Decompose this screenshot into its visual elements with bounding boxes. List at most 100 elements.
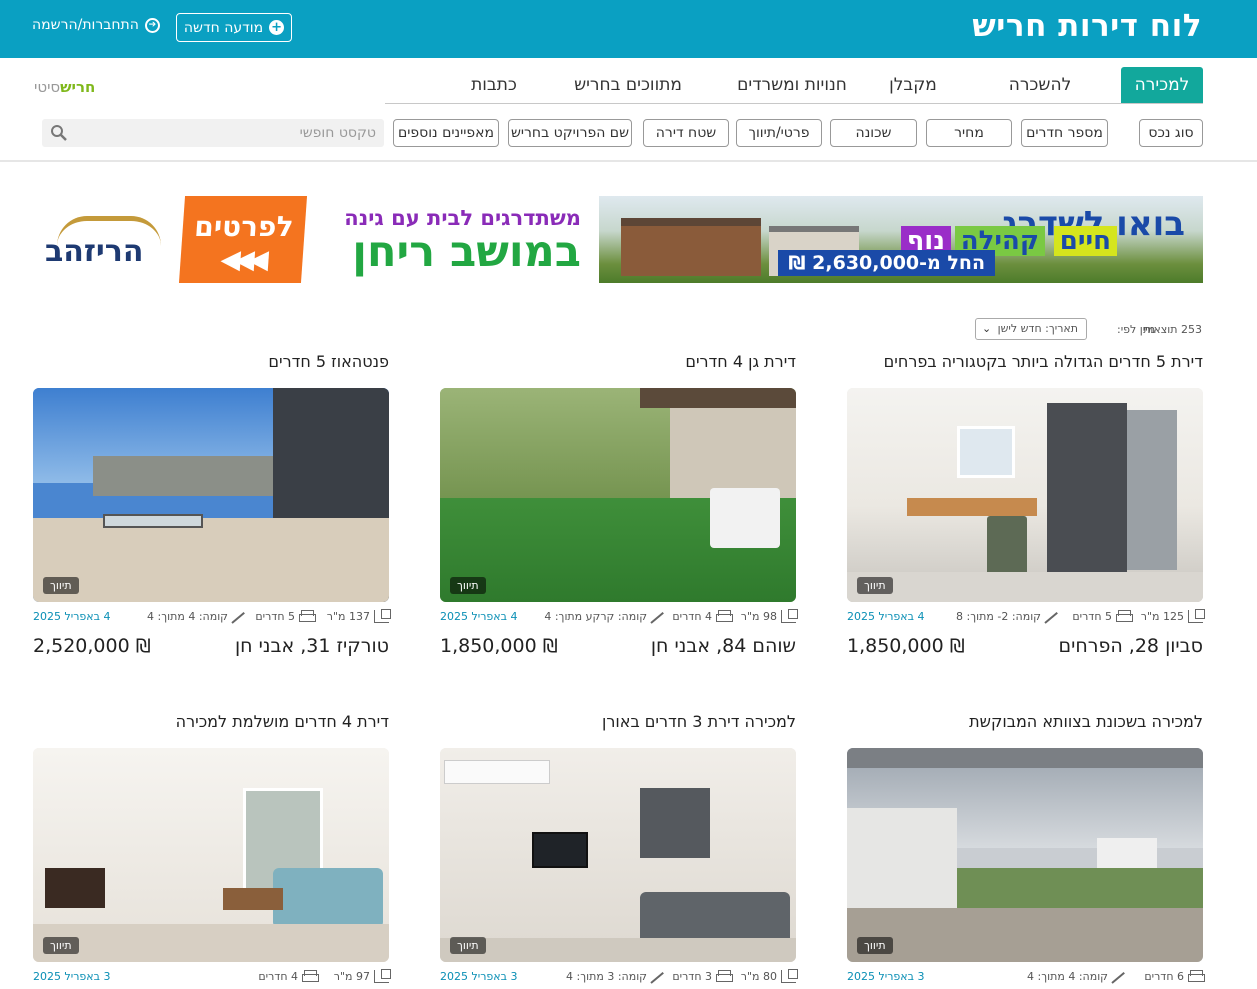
listing-title[interactable]: פנטהאוז 5 חדרים — [33, 352, 389, 371]
tab-stores-offices[interactable]: חנויות ומשרדים — [727, 67, 857, 104]
balcony-floor — [847, 908, 1203, 962]
brand-logo[interactable]: חרישסיטי — [34, 78, 95, 96]
listing-rooms: 3 חדרים — [672, 970, 733, 983]
banner-ad[interactable]: בואו לשדרג חיים קהילה נוף החל מ-2,630,00… — [33, 196, 1203, 283]
area-value: 80 מ"ר — [740, 970, 777, 983]
terrace-floor — [33, 518, 389, 602]
listing-photo[interactable]: תיווך — [33, 388, 389, 602]
stairs-icon — [651, 610, 666, 623]
filter-property-type[interactable]: סוג נכס — [1139, 119, 1203, 147]
search-input[interactable] — [86, 122, 376, 144]
filter-price[interactable]: מחיר — [926, 119, 1012, 147]
filter-private-broker[interactable]: פרטי/תיווך — [736, 119, 822, 147]
area-value: 137 מ"ר — [326, 610, 370, 623]
listing-date: 3 באפריל 2025 — [440, 970, 518, 983]
listing-card[interactable]: פנטהאוז 5 חדרים תיווך 137 מ"ר 5 חדרים קו… — [33, 352, 391, 672]
login-arrow-icon: ➔ — [144, 17, 160, 33]
filter-more-features[interactable]: מאפיינים נוספים — [393, 119, 499, 147]
listing-photo[interactable]: תיווך — [440, 388, 796, 602]
filter-rooms[interactable]: מספר חדרים — [1021, 119, 1108, 147]
area-value: 125 מ"ר — [1140, 610, 1184, 623]
listing-photo[interactable]: תיווך — [847, 388, 1203, 602]
listing-meta: 98 מ"ר 4 חדרים קומה: קרקע מתוך: 4 4 באפר… — [440, 609, 798, 626]
listing-badge: תיווך — [450, 577, 486, 594]
listing-rooms: 4 חדרים — [258, 970, 319, 983]
buildings — [93, 456, 273, 496]
tab-for-sale[interactable]: למכירה — [1121, 67, 1203, 103]
listing-area: 137 מ"ר — [326, 609, 391, 623]
listing-title[interactable]: דירת 4 חדרים מושלמת למכירה — [33, 712, 389, 731]
header-divider — [0, 160, 1257, 162]
area-icon — [1188, 609, 1205, 623]
sofa — [273, 868, 383, 928]
filter-project-name[interactable]: שם הפרויקט בחריש — [508, 119, 632, 147]
listing-area: 80 מ"ר — [740, 969, 798, 983]
banner-location: במושב ריחן — [352, 227, 581, 277]
listing-rooms: 5 חדרים — [1072, 610, 1133, 623]
listing-address: טורקיז 31, אבני חן — [234, 635, 389, 657]
listing-price: ₪ 1,850,000 — [847, 635, 965, 657]
listing-card[interactable]: למכירה בשכונת בצוותא המבוקשת תיווך 6 חדר… — [847, 712, 1205, 989]
listing-date: 4 באפריל 2025 — [33, 610, 111, 623]
search-icon[interactable] — [50, 124, 67, 141]
listing-rooms: 6 חדרים — [1144, 970, 1205, 983]
sort-select[interactable]: תאריך: חדש לישן ⌄ — [975, 318, 1087, 340]
tab-articles[interactable]: כתבות — [465, 67, 523, 104]
window — [640, 788, 710, 858]
listing-card[interactable]: דירת 4 חדרים מושלמת למכירה תיווך 97 מ"ר … — [33, 712, 391, 989]
listing-card[interactable]: דירת 5 חדרים הגדולה ביותר בקטגוריה בפרחי… — [847, 352, 1205, 672]
filter-apartment-area[interactable]: שטח דירה — [643, 119, 729, 147]
floor — [440, 938, 796, 962]
plus-circle-icon: + — [269, 20, 285, 35]
listing-badge: תיווך — [857, 577, 893, 594]
tab-contractor[interactable]: מקבלן — [863, 67, 963, 104]
tab-for-rent[interactable]: להשכרה — [985, 67, 1095, 104]
listing-address: סביון 28, הפרחים — [1058, 635, 1203, 657]
floor — [33, 924, 389, 962]
floor-value: קומה: 4 מתוך: 4 — [147, 610, 228, 623]
listing-meta: 125 מ"ר 5 חדרים קומה: 2- מתוך: 8 4 באפרי… — [847, 609, 1205, 626]
banner-house-image — [621, 218, 761, 276]
listing-photo[interactable]: תיווך — [440, 748, 796, 962]
login-link[interactable]: ➔ התחברות/הרשמה — [32, 17, 160, 33]
rooms-value: 5 חדרים — [255, 610, 295, 623]
bed-icon — [716, 610, 733, 623]
category-tabs: למכירה להשכרה מקבלן חנויות ומשרדים מתווכ… — [385, 67, 1203, 104]
listing-title[interactable]: למכירה בשכונת בצוותא המבוקשת — [847, 712, 1203, 731]
rooms-value: 6 חדרים — [1144, 970, 1184, 983]
banner-cta-button[interactable]: לפרטים ◀◀◀ — [178, 196, 308, 283]
listing-title[interactable]: דירת 5 חדרים הגדולה ביותר בקטגוריה בפרחי… — [847, 352, 1203, 371]
listing-area: 98 מ"ר — [741, 609, 798, 623]
brand-bold: חריש — [60, 78, 96, 96]
site-title[interactable]: לוח דירות חריש — [972, 8, 1202, 44]
area-value: 97 מ"ר — [333, 970, 370, 983]
listing-photo[interactable]: תיווך — [33, 748, 389, 962]
listing-address: שוהם 84, אבני חן — [650, 635, 796, 657]
developer-logo: הריזהב — [43, 212, 167, 272]
banner-photo: בואו לשדרג חיים קהילה נוף החל מ-2,630,00… — [599, 196, 1203, 283]
tab-brokers[interactable]: מתווכים בחריש — [565, 67, 691, 104]
chairs — [710, 488, 780, 548]
floor-value: קומה: 2- מתוך: 8 — [956, 610, 1041, 623]
listing-title[interactable]: דירת גן 4 חדרים — [440, 352, 796, 371]
listing-card[interactable]: דירת גן 4 חדרים תיווך 98 מ"ר 4 חדרים קומ… — [440, 352, 798, 672]
listing-date: 3 באפריל 2025 — [847, 970, 925, 983]
floor-value: קומה: קרקע מתוך: 4 — [544, 610, 647, 623]
bed-icon — [1116, 610, 1133, 623]
new-ad-button[interactable]: + מודעה חדשה — [176, 13, 292, 42]
listing-card[interactable]: למכירה דירת 3 חדרים באורן תיווך 80 מ"ר 3… — [440, 712, 798, 989]
stairs-icon — [651, 970, 666, 983]
dining-table — [45, 868, 105, 908]
listing-badge: תיווך — [43, 937, 79, 954]
bed-icon — [716, 970, 733, 983]
area-icon — [781, 609, 798, 623]
stairs-icon — [1045, 610, 1060, 623]
listing-meta: 80 מ"ר 3 חדרים קומה: 3 מתוך: 4 3 באפריל … — [440, 969, 798, 986]
listing-floor: קומה: 4 מתוך: 4 — [1027, 970, 1127, 983]
listing-title[interactable]: למכירה דירת 3 חדרים באורן — [440, 712, 796, 731]
roof-frame — [847, 748, 1203, 768]
filter-neighborhood[interactable]: שכונה — [830, 119, 917, 147]
listing-floor: קומה: קרקע מתוך: 4 — [544, 610, 666, 623]
listing-photo[interactable]: תיווך — [847, 748, 1203, 962]
bed-icon — [302, 970, 319, 983]
